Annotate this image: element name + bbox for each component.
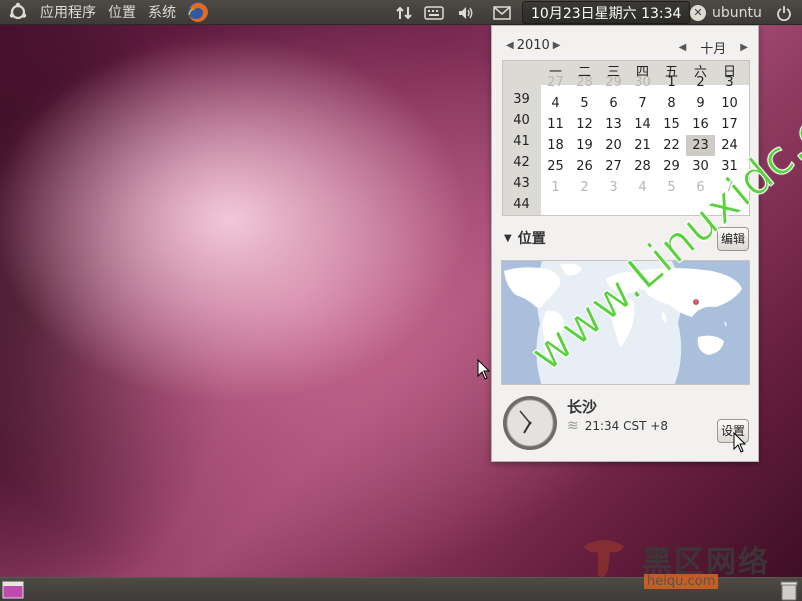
week-number: 44 — [513, 197, 530, 212]
calendar-day[interactable]: 4 — [541, 93, 570, 114]
calendar-day[interactable]: 2 — [686, 72, 715, 93]
location-time: 21:34 CST +8 — [584, 419, 668, 433]
watermark-logo-icon — [584, 540, 624, 578]
calendar-day[interactable]: 24 — [715, 135, 744, 156]
calendar-day[interactable]: 26 — [570, 156, 599, 177]
week-number: 43 — [513, 176, 530, 191]
calendar-day[interactable]: 12 — [570, 114, 599, 135]
mouse-cursor-icon — [477, 359, 491, 380]
year-navigation: ◀ 2010 ▶ — [506, 38, 561, 53]
clock-applet[interactable]: 10月23日星期六 13:34 — [522, 1, 691, 24]
calendar-day[interactable]: 3 — [715, 72, 744, 93]
month-label: 十月 — [700, 42, 727, 57]
calendar-day[interactable]: 8 — [657, 93, 686, 114]
volume-icon[interactable] — [454, 0, 478, 25]
prev-month-icon[interactable]: ◀ — [679, 42, 687, 53]
calendar-day[interactable]: 9 — [686, 93, 715, 114]
month-navigation: ◀ 十月 ▶ — [679, 38, 748, 57]
firefox-icon[interactable] — [186, 0, 210, 24]
calendar-day[interactable]: 30 — [628, 72, 657, 93]
status-offline-icon: ✕ — [690, 4, 706, 21]
mail-icon[interactable] — [490, 0, 514, 25]
calendar-day[interactable]: 28 — [628, 156, 657, 177]
clock-text: 10月23日星期六 13:34 — [531, 5, 682, 22]
ubuntu-logo-icon[interactable] — [8, 2, 28, 22]
calendar-day[interactable]: 4 — [628, 177, 657, 198]
calendar-day[interactable]: 29 — [657, 156, 686, 177]
location-time-row: ≋ 21:34 CST +8 — [567, 418, 668, 434]
calendar-day[interactable]: 21 — [628, 135, 657, 156]
week-number: 40 — [513, 113, 530, 128]
calendar-day[interactable]: 27 — [541, 72, 570, 93]
menu-system[interactable]: 系统 — [142, 2, 182, 22]
top-panel: 应用程序 位置 系统 10月23日星期六 13:34 ✕ ubuntu — [0, 0, 802, 25]
calendar-day[interactable]: 13 — [599, 114, 628, 135]
calendar-day[interactable]: 28 — [570, 72, 599, 93]
week-number: 42 — [513, 155, 530, 170]
mouse-cursor-icon — [733, 432, 747, 453]
calendar-day[interactable]: 3 — [599, 177, 628, 198]
calendar-day[interactable]: 22 — [657, 135, 686, 156]
calendar-day[interactable]: 19 — [570, 135, 599, 156]
locations-expander[interactable]: ▼ 位置 — [504, 228, 546, 248]
calendar-day-today[interactable]: 23 — [686, 135, 715, 156]
calendar-day[interactable]: 6 — [599, 93, 628, 114]
analog-clock-icon — [503, 396, 557, 450]
calendar-day[interactable]: 7 — [628, 93, 657, 114]
location-city: 长沙 — [567, 398, 598, 416]
next-month-icon[interactable]: ▶ — [740, 42, 748, 53]
calendar-day[interactable]: 1 — [541, 177, 570, 198]
prev-year-icon[interactable]: ◀ — [506, 40, 514, 51]
trash-icon[interactable] — [778, 579, 800, 601]
calendar-day[interactable]: 11 — [541, 114, 570, 135]
calendar-day[interactable]: 15 — [657, 114, 686, 135]
menu-places[interactable]: 位置 — [102, 2, 142, 22]
calendar-day[interactable]: 1 — [657, 72, 686, 93]
calendar-header: ◀ 2010 ▶ ◀ 十月 ▶ — [502, 36, 750, 57]
week-number: 41 — [513, 134, 530, 149]
menu-applications[interactable]: 应用程序 — [34, 2, 102, 22]
calendar-day[interactable]: 5 — [570, 93, 599, 114]
week-number: 39 — [513, 92, 530, 107]
calendar-day[interactable]: 29 — [599, 72, 628, 93]
watermark-domain: heiqu.com — [644, 574, 719, 589]
network-icon[interactable] — [392, 0, 416, 25]
power-icon[interactable] — [773, 0, 795, 25]
next-year-icon[interactable]: ▶ — [553, 40, 561, 51]
user-menu[interactable]: ✕ ubuntu — [690, 0, 762, 25]
keyboard-icon[interactable] — [422, 0, 446, 25]
expander-down-icon: ▼ — [504, 232, 512, 244]
calendar-day[interactable]: 17 — [715, 114, 744, 135]
calendar-day[interactable]: 2 — [570, 177, 599, 198]
fog-weather-icon: ≋ — [567, 418, 579, 434]
calendar-day[interactable]: 25 — [541, 156, 570, 177]
calendar-day[interactable]: 10 — [715, 93, 744, 114]
year-label: 2010 — [516, 38, 550, 53]
calendar-day[interactable]: 16 — [686, 114, 715, 135]
calendar-day[interactable]: 27 — [599, 156, 628, 177]
locations-title: 位置 — [517, 231, 546, 247]
calendar-day[interactable]: 14 — [628, 114, 657, 135]
calendar-day[interactable]: 18 — [541, 135, 570, 156]
calendar-day[interactable]: 30 — [686, 156, 715, 177]
calendar-day[interactable]: 5 — [657, 177, 686, 198]
show-desktop-icon[interactable] — [2, 581, 24, 599]
username: ubuntu — [712, 4, 762, 21]
calendar-day[interactable]: 20 — [599, 135, 628, 156]
